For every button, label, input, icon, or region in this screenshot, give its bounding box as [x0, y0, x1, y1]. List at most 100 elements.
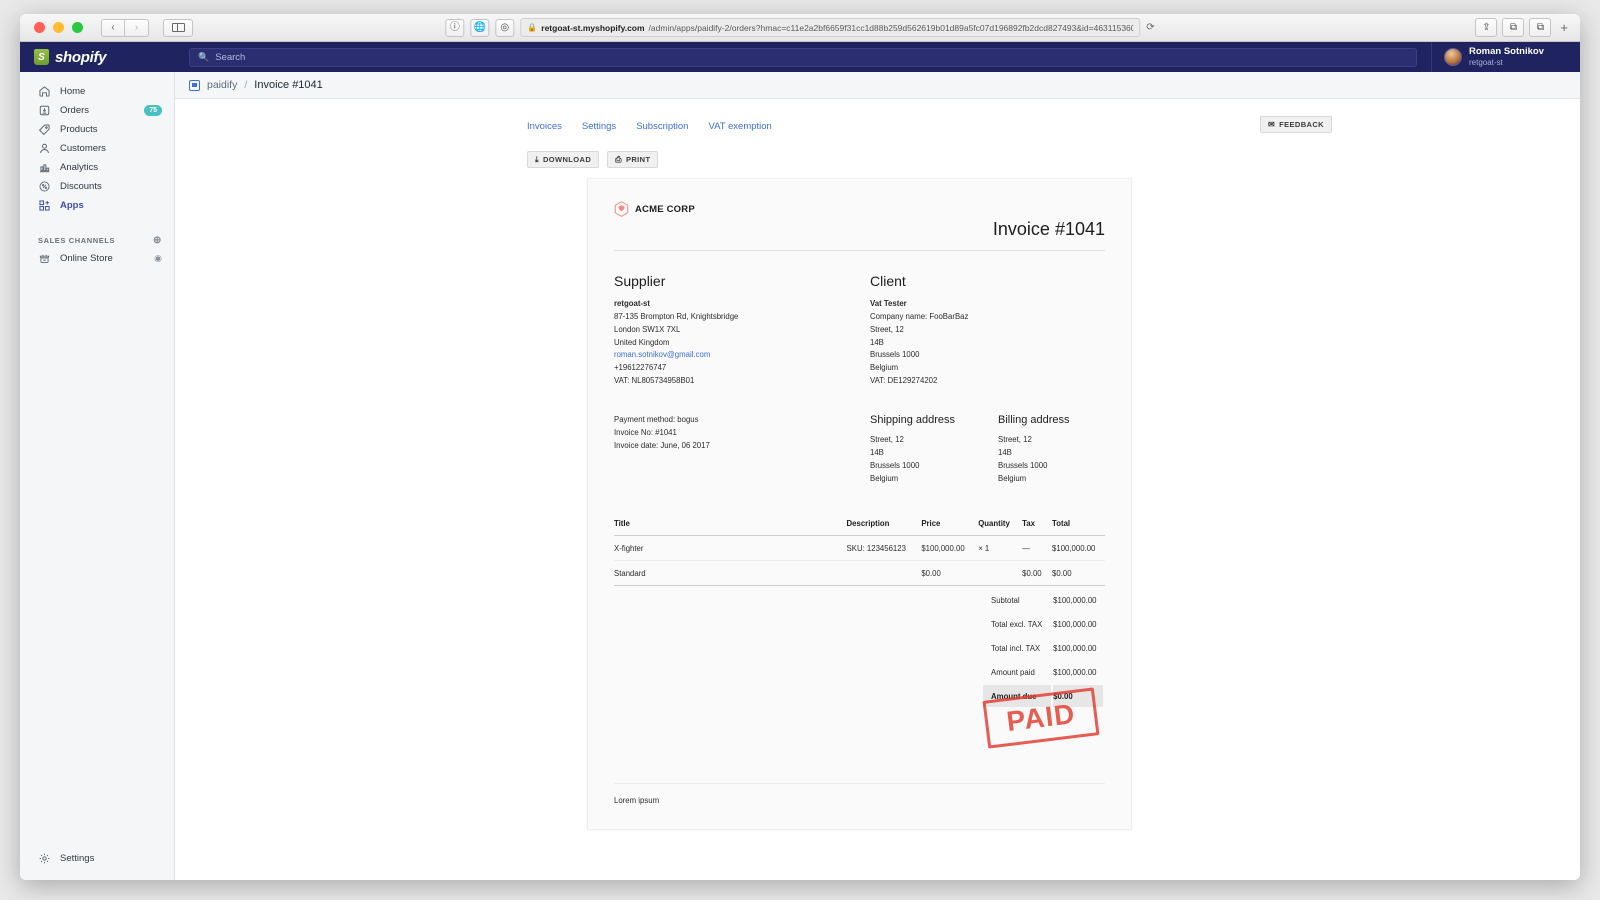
- invoice-document: ACME CORP Invoice #1041 Supplier retgoat…: [588, 179, 1131, 829]
- supplier-name: retgoat-st: [614, 298, 870, 311]
- totals-label: Amount paid: [983, 661, 1051, 683]
- billing-city: Brussels 1000: [998, 460, 1105, 473]
- back-button[interactable]: ‹: [101, 19, 125, 37]
- products-icon: [38, 123, 51, 136]
- copy-icon[interactable]: ⧉: [1529, 18, 1551, 37]
- tab-invoices[interactable]: Invoices: [527, 121, 562, 132]
- table-row: Standard $0.00 $0.00 $0.00: [614, 561, 1105, 586]
- supplier-email[interactable]: roman.sotnikov@gmail.com: [614, 349, 870, 362]
- sidebar-item-home[interactable]: Home: [20, 82, 174, 101]
- client-name: Vat Tester: [870, 298, 1105, 311]
- url-toolbar: ⓘ 🌐 ◎ 🔒 retgoat-st.myshopify.com/admin/a…: [445, 18, 1154, 37]
- app-icon: [189, 80, 200, 91]
- line-items-head: Title Description Price Quantity Tax Tot…: [614, 519, 1105, 536]
- supplier-address2: London SW1X 7XL: [614, 324, 870, 337]
- globe-icon[interactable]: 🌐: [470, 19, 489, 37]
- invoice-brand-name: ACME CORP: [635, 204, 695, 215]
- payment-block: Payment method: bogus Invoice No: #1041 …: [614, 414, 870, 485]
- download-button[interactable]: ⤓ DOWNLOAD: [527, 151, 599, 168]
- url-input[interactable]: 🔒 retgoat-st.myshopify.com/admin/apps/pa…: [520, 18, 1140, 37]
- sidebar-toggle-button[interactable]: [163, 19, 193, 37]
- add-sales-channel-icon[interactable]: ⊕: [153, 235, 162, 246]
- search-placeholder: Search: [215, 52, 245, 63]
- tab-vat-exemption[interactable]: VAT exemption: [708, 121, 771, 132]
- shipping-country: Belgium: [870, 473, 998, 486]
- sidebar-item-settings[interactable]: Settings: [20, 849, 174, 868]
- print-button[interactable]: ⎙ PRINT: [607, 151, 658, 168]
- sidebar-item-apps[interactable]: Apps: [20, 196, 174, 215]
- client-city: Brussels 1000: [870, 349, 1105, 362]
- avatar: [1444, 48, 1462, 66]
- window-controls[interactable]: [34, 22, 83, 33]
- billing-address-block: Billing address Street, 12 14B Brussels …: [998, 414, 1105, 485]
- client-country: Belgium: [870, 362, 1105, 375]
- lock-icon: 🔒: [527, 23, 537, 32]
- paid-stamp: PAID: [982, 687, 1099, 748]
- breadcrumb-separator: /: [244, 79, 247, 91]
- minimize-window-button[interactable]: [53, 22, 64, 33]
- nav-buttons[interactable]: ‹ ›: [101, 19, 149, 37]
- totals-spacer: [616, 661, 981, 683]
- sidebar-item-label: Home: [60, 86, 85, 97]
- header-title: Title: [614, 519, 847, 536]
- sidebar-icon: [172, 23, 185, 32]
- online-store-icon: [38, 252, 51, 265]
- forward-button[interactable]: ›: [125, 19, 149, 37]
- search-input[interactable]: 🔍 Search: [189, 48, 1417, 67]
- billing-country: Belgium: [998, 473, 1105, 486]
- line-items-body: X-fighter SKU: 123456123 $100,000.00 × 1…: [614, 536, 1105, 586]
- supplier-address1: 87-135 Brompton Rd, Knightsbridge: [614, 311, 870, 324]
- cell-description: [847, 561, 922, 586]
- sidebar-item-label: Online Store: [60, 253, 113, 264]
- totals-value: $100,000.00: [1053, 589, 1103, 611]
- sidebar-item-products[interactable]: Products: [20, 120, 174, 139]
- admin-body: Home Orders 75: [20, 72, 1580, 880]
- tab-settings[interactable]: Settings: [582, 121, 616, 132]
- app-tabs: Invoices Settings Subscription VAT exemp…: [527, 121, 772, 132]
- shopify-logo[interactable]: S shopify: [20, 49, 175, 66]
- invoice-actions: ⤓ DOWNLOAD ⎙ PRINT: [527, 151, 658, 168]
- sidebar-item-label: Orders: [60, 105, 89, 116]
- tab-subscription[interactable]: Subscription: [636, 121, 688, 132]
- preview-store-icon[interactable]: ◉: [154, 253, 162, 264]
- header-tax: Tax: [1022, 519, 1052, 536]
- cell-total: $0.00: [1052, 561, 1105, 586]
- cell-title: X-fighter: [614, 536, 847, 561]
- totals-table: Subtotal $100,000.00 Total excl. TAX $10…: [614, 587, 1105, 709]
- sidebar-item-discounts[interactable]: Discounts: [20, 177, 174, 196]
- sidebar-item-online-store[interactable]: Online Store ◉: [20, 249, 174, 268]
- maximize-window-button[interactable]: [72, 22, 83, 33]
- cell-price: $0.00: [921, 561, 978, 586]
- billing-unit: 14B: [998, 447, 1105, 460]
- shopify-wordmark: shopify: [55, 49, 106, 66]
- cell-quantity: × 1: [978, 536, 1022, 561]
- sidebar-item-analytics[interactable]: Analytics: [20, 158, 174, 177]
- reload-icon[interactable]: ⟳: [1146, 22, 1154, 33]
- toolbar-right: ⇪ ⧉ ⧉ +: [1475, 18, 1572, 37]
- billing-street: Street, 12: [998, 434, 1105, 447]
- billing-address-heading: Billing address: [998, 414, 1105, 426]
- breadcrumb-app-link[interactable]: paidify: [207, 79, 237, 91]
- header-total: Total: [1052, 519, 1105, 536]
- cell-title: Standard: [614, 561, 847, 586]
- table-row: X-fighter SKU: 123456123 $100,000.00 × 1…: [614, 536, 1105, 561]
- settings-row[interactable]: Settings: [20, 849, 174, 868]
- sidebar-item-label: Settings: [60, 853, 94, 864]
- totals-row-subtotal: Subtotal $100,000.00: [616, 589, 1103, 611]
- sidebar-item-orders[interactable]: Orders 75: [20, 101, 174, 120]
- invoice-address-row: Payment method: bogus Invoice No: #1041 …: [614, 388, 1105, 485]
- tabs-icon[interactable]: ⧉: [1502, 18, 1524, 37]
- breadcrumb: paidify / Invoice #1041: [175, 72, 1580, 99]
- new-tab-button[interactable]: +: [1556, 20, 1572, 35]
- user-menu[interactable]: Roman Sotnikov retgoat-st: [1431, 42, 1558, 72]
- header-quantity: Quantity: [978, 519, 1022, 536]
- supplier-phone: +19612276747: [614, 362, 870, 375]
- invoice-date: Invoice date: June, 06 2017: [614, 440, 870, 453]
- info-icon[interactable]: ⓘ: [445, 19, 464, 37]
- close-window-button[interactable]: [34, 22, 45, 33]
- privacy-icon[interactable]: ◎: [495, 19, 514, 37]
- feedback-button[interactable]: ✉ FEEDBACK: [1260, 116, 1332, 133]
- sidebar-item-customers[interactable]: Customers: [20, 139, 174, 158]
- share-icon[interactable]: ⇪: [1475, 18, 1497, 37]
- shipping-address-block: Shipping address Street, 12 14B Brussels…: [870, 414, 998, 485]
